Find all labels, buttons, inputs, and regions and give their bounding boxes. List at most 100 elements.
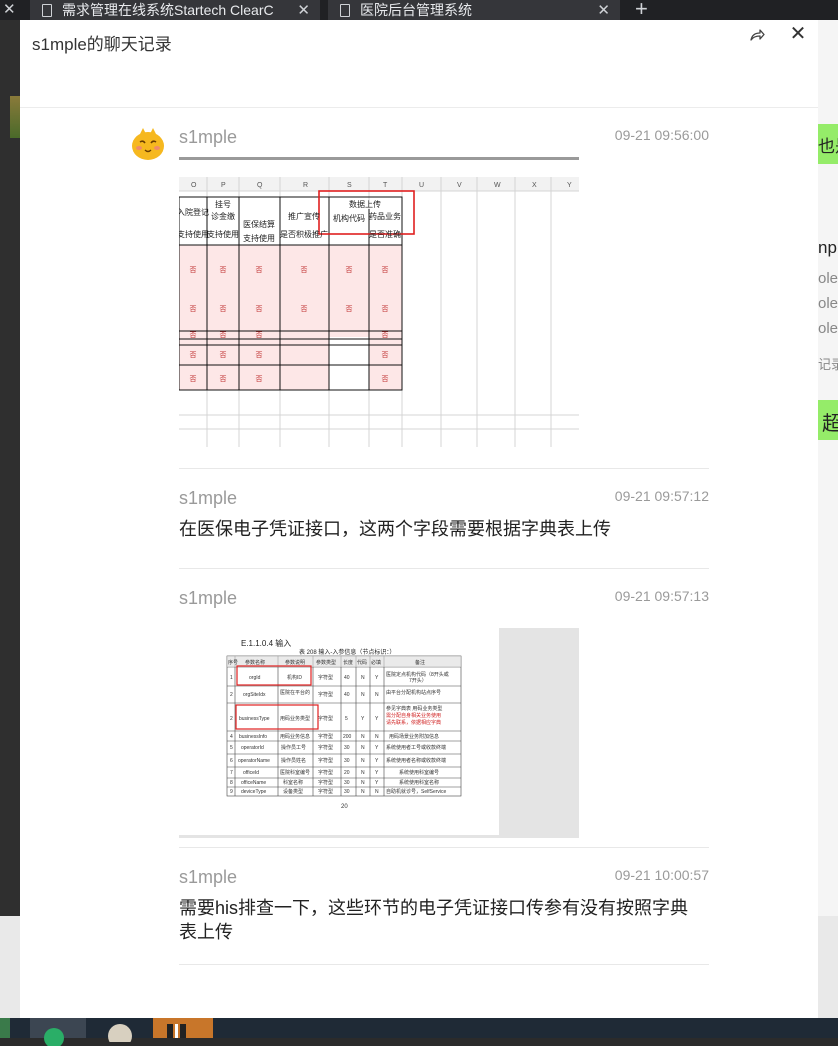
svg-text:否: 否 [346, 266, 353, 274]
column-label: O [191, 182, 197, 189]
browser-tab-requirements[interactable]: 需求管理在线系统Startech ClearC ✕ [30, 0, 320, 20]
svg-text:字符型: 字符型 [318, 769, 333, 776]
column-label: V [457, 182, 462, 189]
svg-text:2: 2 [230, 716, 233, 722]
bubble-text: 超 [822, 413, 838, 435]
svg-text:机构ID: 机构ID [287, 674, 302, 681]
svg-text:系统使用科室编号: 系统使用科室编号 [399, 769, 439, 776]
close-icon[interactable]: ✕ [3, 0, 16, 20]
svg-text:否: 否 [220, 375, 227, 383]
svg-text:orgSiteIdx: orgSiteIdx [243, 692, 266, 698]
svg-text:7开头）: 7开头） [409, 677, 427, 684]
column-label: Y [567, 182, 572, 189]
svg-text:否: 否 [256, 305, 263, 313]
svg-text:4: 4 [230, 734, 233, 740]
taskbar-app-folder[interactable] [153, 1018, 213, 1038]
page-number: 20 [341, 804, 348, 810]
document-icon [42, 3, 52, 17]
svg-text:参数说明: 参数说明 [285, 659, 305, 666]
svg-text:支持使用: 支持使用 [243, 233, 275, 243]
file-icon [167, 1024, 186, 1038]
svg-text:30: 30 [344, 780, 350, 786]
svg-text:医院科室编号: 医院科室编号 [280, 769, 310, 776]
message-text: 需要his排查一下，这些环节的电子凭证接口传参有没有按照字典表上传 [179, 898, 689, 942]
wechat-icon [44, 1028, 64, 1046]
svg-text:否: 否 [190, 331, 197, 339]
message-text: 在医保电子凭证接口，这两个字段需要根据字典表上传 [179, 519, 611, 539]
svg-text:备注: 备注 [415, 659, 425, 666]
svg-text:用码业务信息: 用码业务信息 [280, 733, 310, 740]
bubble-text: 也是 [818, 137, 838, 156]
svg-text:orgId: orgId [249, 675, 261, 681]
svg-text:operatorId: operatorId [241, 745, 264, 751]
close-icon[interactable]: ✕ [788, 24, 808, 44]
svg-text:自助机就诊号，SelfService: 自助机就诊号，SelfService [386, 788, 447, 795]
tab-title: 需求管理在线系统Startech ClearC [62, 2, 274, 18]
svg-text:30: 30 [344, 745, 350, 751]
svg-text:否: 否 [382, 375, 389, 383]
document-image[interactable]: E.1.1.0.4 输入 表 208 输入-入参信息（节点标识：） 序号 参数名… [179, 628, 579, 838]
svg-text:是否积极推广: 是否积极推广 [280, 229, 328, 239]
chat-message: s1mple 09-21 10:00:57 需要his排查一下，这些环节的电子凭… [179, 867, 709, 965]
taskbar-app-avatar[interactable] [90, 1018, 150, 1042]
svg-text:officeId: officeId [243, 770, 259, 776]
svg-text:否: 否 [301, 305, 308, 313]
sender-name: s1mple [179, 588, 238, 608]
chat-message: s1mple 09-21 09:56:00 O P Q R S T U V W … [179, 127, 709, 469]
svg-text:N: N [361, 789, 365, 795]
browser-tab-hospital-admin[interactable]: 医院后台管理系统 ✕ [328, 0, 620, 20]
svg-text:长度: 长度 [343, 659, 353, 666]
new-tab-plus-icon[interactable]: + [635, 0, 648, 20]
svg-text:系统使用者名称或收款终端: 系统使用者名称或收款终端 [386, 757, 446, 764]
svg-text:字符型: 字符型 [318, 788, 333, 795]
thumbnail-image [10, 96, 20, 138]
share-icon[interactable] [748, 26, 766, 44]
svg-text:1: 1 [230, 675, 233, 681]
avatar[interactable] [130, 126, 166, 162]
svg-text:字符型: 字符型 [318, 674, 333, 681]
taskbar-app-icon[interactable] [0, 1018, 10, 1038]
column-label: T [383, 182, 388, 189]
avatar-icon [108, 1024, 132, 1042]
document-drawing: E.1.1.0.4 输入 表 208 输入-入参信息（节点标识：） 序号 参数名… [179, 628, 499, 835]
svg-text:deviceType: deviceType [241, 789, 267, 795]
svg-text:否: 否 [220, 266, 227, 274]
svg-text:医保结算: 医保结算 [243, 219, 275, 229]
tab-close-icon[interactable]: ✕ [297, 1, 310, 19]
svg-text:系统使用者工号或收款终端: 系统使用者工号或收款终端 [386, 744, 446, 751]
svg-text:序号: 序号 [228, 659, 238, 666]
svg-text:支持使用: 支持使用 [179, 229, 209, 239]
svg-text:30: 30 [344, 789, 350, 795]
sender-name: s1mple [179, 127, 238, 147]
spreadsheet-image[interactable]: O P Q R S T U V W X Y 入院登记 支持使用 挂号 诊金缴 支… [179, 157, 579, 447]
svg-text:否: 否 [382, 305, 389, 313]
column-label: R [303, 182, 308, 189]
contact-preview: ole [818, 320, 838, 337]
svg-text:用码业务类型: 用码业务类型 [280, 715, 310, 722]
contact-preview: ole [818, 270, 838, 287]
browser-tab-bar: ✕ 需求管理在线系统Startech ClearC ✕ 医院后台管理系统 ✕ + [0, 0, 838, 20]
svg-text:officeName: officeName [241, 780, 266, 786]
svg-text:否: 否 [220, 351, 227, 359]
taskbar-app-wechat[interactable] [30, 1018, 86, 1046]
svg-text:否: 否 [256, 266, 263, 274]
column-label: Q [257, 182, 263, 189]
svg-text:否: 否 [382, 266, 389, 274]
svg-text:设备类型: 设备类型 [283, 788, 303, 795]
tab-close-icon[interactable]: ✕ [597, 1, 610, 19]
svg-text:否: 否 [301, 266, 308, 274]
spreadsheet-drawing: O P Q R S T U V W X Y 入院登记支持使用 挂号诊金缴支持使用… [179, 157, 579, 447]
svg-text:字符型: 字符型 [318, 715, 333, 722]
svg-text:字符型: 字符型 [318, 744, 333, 751]
svg-text:必填: 必填 [371, 659, 381, 666]
svg-text:8: 8 [230, 780, 233, 786]
svg-text:否: 否 [346, 305, 353, 313]
svg-text:参见字典表 用码业务类型: 参见字典表 用码业务类型 [386, 705, 442, 712]
svg-text:否: 否 [190, 305, 197, 313]
svg-text:参数名称: 参数名称 [245, 659, 265, 666]
svg-text:推广宣传: 推广宣传 [288, 211, 320, 221]
dialog-title: s1mple的聊天记录 [32, 35, 172, 54]
svg-text:诊金缴: 诊金缴 [211, 211, 235, 221]
svg-text:N: N [361, 692, 365, 698]
svg-text:7: 7 [230, 770, 233, 776]
